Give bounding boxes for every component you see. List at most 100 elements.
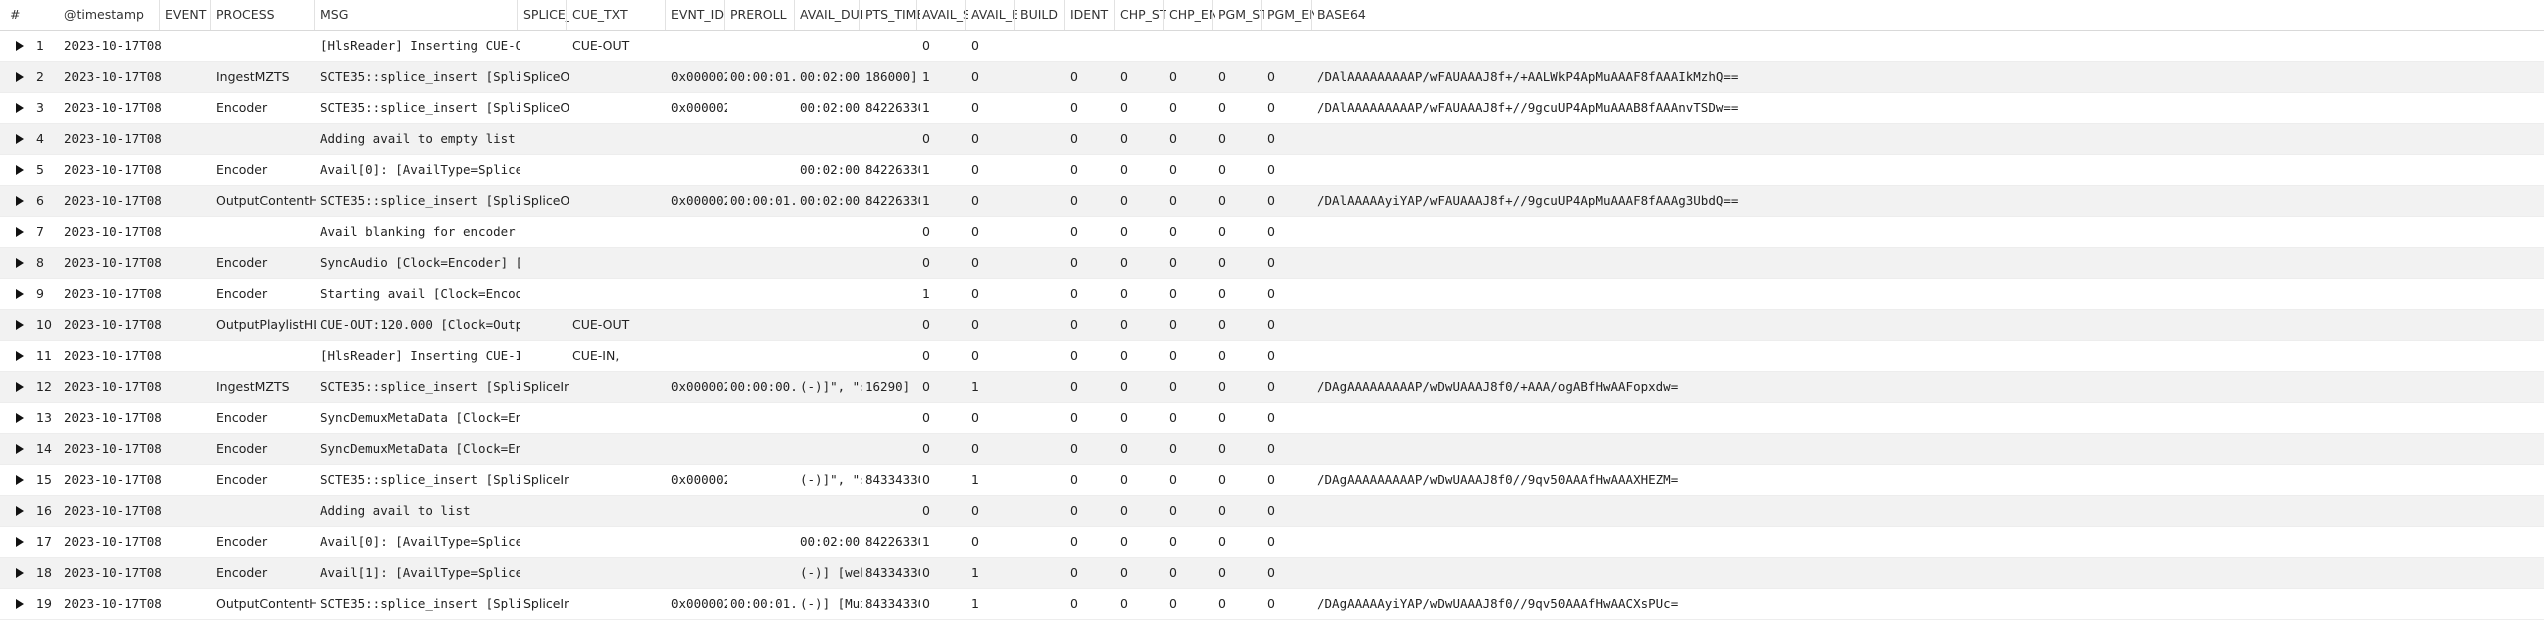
expand-row-button[interactable] [10, 124, 30, 154]
column-header-pgm-st[interactable]: PGM_ST [1212, 0, 1264, 30]
cell-pgm-end: 0 [1267, 162, 1275, 177]
column-header-pts-time[interactable]: PTS_TIME [859, 0, 920, 30]
cell-chp-st: 0 [1120, 441, 1128, 456]
cell-chp-st: 0 [1120, 100, 1128, 115]
cell-msg: [HlsReader] Inserting CUE-IN, [320, 348, 520, 363]
cell-chp-st: 0 [1120, 317, 1128, 332]
table-row[interactable]: 52023-10-17T08:09:29.…EncoderAvail[0]: [… [0, 155, 2544, 186]
expand-row-button[interactable] [10, 403, 30, 433]
caret-right-icon [16, 196, 24, 206]
cell-pts-time: 843343304 [865, 472, 920, 487]
cell-splice [523, 527, 569, 557]
table-row[interactable]: 42023-10-17T08:09:29.…Adding avail to em… [0, 124, 2544, 155]
column-header-ts[interactable]: @timestamp [64, 0, 162, 30]
cell-pgm-st: 0 [1218, 441, 1226, 456]
cell-avail-e: 0 [971, 255, 979, 270]
expand-row-button[interactable] [10, 279, 30, 309]
cell-evnt-id [671, 31, 727, 61]
expand-row-button[interactable] [10, 341, 30, 371]
expand-row-button[interactable] [10, 465, 30, 495]
cell-event [165, 155, 213, 185]
expand-row-button[interactable] [10, 434, 30, 464]
table-row[interactable]: 72023-10-17T08:09:30.…Avail blanking for… [0, 217, 2544, 248]
table-row[interactable]: 152023-10-17T08:11:29.…EncoderSCTE35::sp… [0, 465, 2544, 496]
column-header-base64[interactable]: BASE64 [1311, 0, 2532, 30]
cell-pgm-st: 0 [1218, 224, 1226, 239]
expand-row-button[interactable] [10, 62, 30, 92]
column-header-evnt-id[interactable]: EVNT_ID [665, 0, 727, 30]
table-row[interactable]: 132023-10-17T08:11:25.…EncoderSyncDemuxM… [0, 403, 2544, 434]
column-header-avail-st[interactable]: AVAIL_ST [916, 0, 968, 30]
table-row[interactable]: 192023-10-17T08:11:29.…OutputContentHLSS… [0, 589, 2544, 620]
cell-chp-st [1120, 31, 1166, 61]
table-row[interactable]: 62023-10-17T08:09:29.…OutputContentHLSSC… [0, 186, 2544, 217]
table-row[interactable]: 102023-10-17T08:09:31.…OutputPlaylistHLS… [0, 310, 2544, 341]
column-header-splice[interactable]: SPLICE_… [517, 0, 569, 30]
expand-row-button[interactable] [10, 589, 30, 619]
cell-process [216, 217, 316, 247]
cell-evnt-id [671, 217, 727, 247]
column-header-msg[interactable]: MSG [314, 0, 520, 30]
cell-chp-end: 0 [1169, 69, 1177, 84]
column-header-pgm-end[interactable]: PGM_END [1261, 0, 1314, 30]
cell-avail-e: 0 [971, 534, 979, 549]
cell-build [1020, 217, 1067, 247]
column-header-process[interactable]: PROCESS [210, 0, 316, 30]
cell-chp-end [1169, 31, 1215, 61]
expand-row-button[interactable] [10, 31, 30, 61]
expand-row-button[interactable] [10, 155, 30, 185]
cell-ts: 2023-10-17T08:09:29.… [64, 100, 162, 115]
table-row[interactable]: 82023-10-17T08:09:30.…EncoderSyncAudio [… [0, 248, 2544, 279]
table-row[interactable]: 142023-10-17T08:11:29.…EncoderSyncDemuxM… [0, 434, 2544, 465]
table-row[interactable]: 172023-10-17T08:11:29.…EncoderAvail[0]: … [0, 527, 2544, 558]
cell-pgm-st: 0 [1218, 131, 1226, 146]
column-header-event[interactable]: EVENT [159, 0, 213, 30]
table-row[interactable]: 12023-10-17T08:09:23.…[HlsReader] Insert… [0, 31, 2544, 62]
column-header-avail-e[interactable]: AVAIL_E… [965, 0, 1017, 30]
cell-pts-time [865, 496, 920, 526]
table-row[interactable]: 182023-10-17T08:11:29.…EncoderAvail[1]: … [0, 558, 2544, 589]
column-header-preroll[interactable]: PREROLL [724, 0, 797, 30]
cell-pgm-st: 0 [1218, 596, 1226, 611]
table-row[interactable]: 92023-10-17T08:09:31.…EncoderStarting av… [0, 279, 2544, 310]
table-row[interactable]: 122023-10-17T08:11:25.…IngestMZTSSCTE35:… [0, 372, 2544, 403]
cell-pgm-st: 0 [1218, 534, 1226, 549]
cell-preroll [730, 124, 797, 154]
table-row[interactable]: 162023-10-17T08:11:29.…Adding avail to l… [0, 496, 2544, 527]
cell-event [165, 31, 213, 61]
column-header-cue-txt[interactable]: CUE_TXT [566, 0, 668, 30]
cell-process [216, 31, 316, 61]
column-header-ident[interactable]: IDENT [1064, 0, 1117, 30]
expand-row-button[interactable] [10, 372, 30, 402]
cell-splice [523, 279, 569, 309]
expand-row-button[interactable] [10, 186, 30, 216]
column-header-build[interactable]: BUILD [1014, 0, 1067, 30]
expand-row-button[interactable] [10, 217, 30, 247]
column-header-num[interactable]: # [10, 0, 60, 30]
cell-avail-st: 1 [922, 162, 930, 177]
expand-row-button[interactable] [10, 310, 30, 340]
cell-base64 [1317, 527, 2532, 557]
table-row[interactable]: 112023-10-17T08:11:25.…[HlsReader] Inser… [0, 341, 2544, 372]
expand-row-button[interactable] [10, 93, 30, 123]
table-row[interactable]: 32023-10-17T08:09:29.…EncoderSCTE35::spl… [0, 93, 2544, 124]
cell-build [1020, 62, 1067, 92]
cell-cue-txt [572, 496, 668, 526]
cell-pgm-st: 0 [1218, 410, 1226, 425]
column-header-avail-dur[interactable]: AVAIL_DUR [794, 0, 862, 30]
column-header-chp-end[interactable]: CHP_END [1163, 0, 1215, 30]
cell-avail-e: 0 [971, 131, 979, 146]
cell-build [1020, 310, 1067, 340]
column-header-chp-st[interactable]: CHP_ST [1114, 0, 1166, 30]
cell-cue-txt [572, 93, 668, 123]
expand-row-button[interactable] [10, 248, 30, 278]
cell-evnt-id [671, 279, 727, 309]
cell-cue-txt [572, 372, 668, 402]
table-row[interactable]: 22023-10-17T08:09:23.…IngestMZTSSCTE35::… [0, 62, 2544, 93]
cell-chp-end: 0 [1169, 317, 1177, 332]
expand-row-button[interactable] [10, 496, 30, 526]
expand-row-button[interactable] [10, 558, 30, 588]
caret-right-icon [16, 227, 24, 237]
expand-row-button[interactable] [10, 527, 30, 557]
cell-avail-e: 1 [971, 565, 979, 580]
